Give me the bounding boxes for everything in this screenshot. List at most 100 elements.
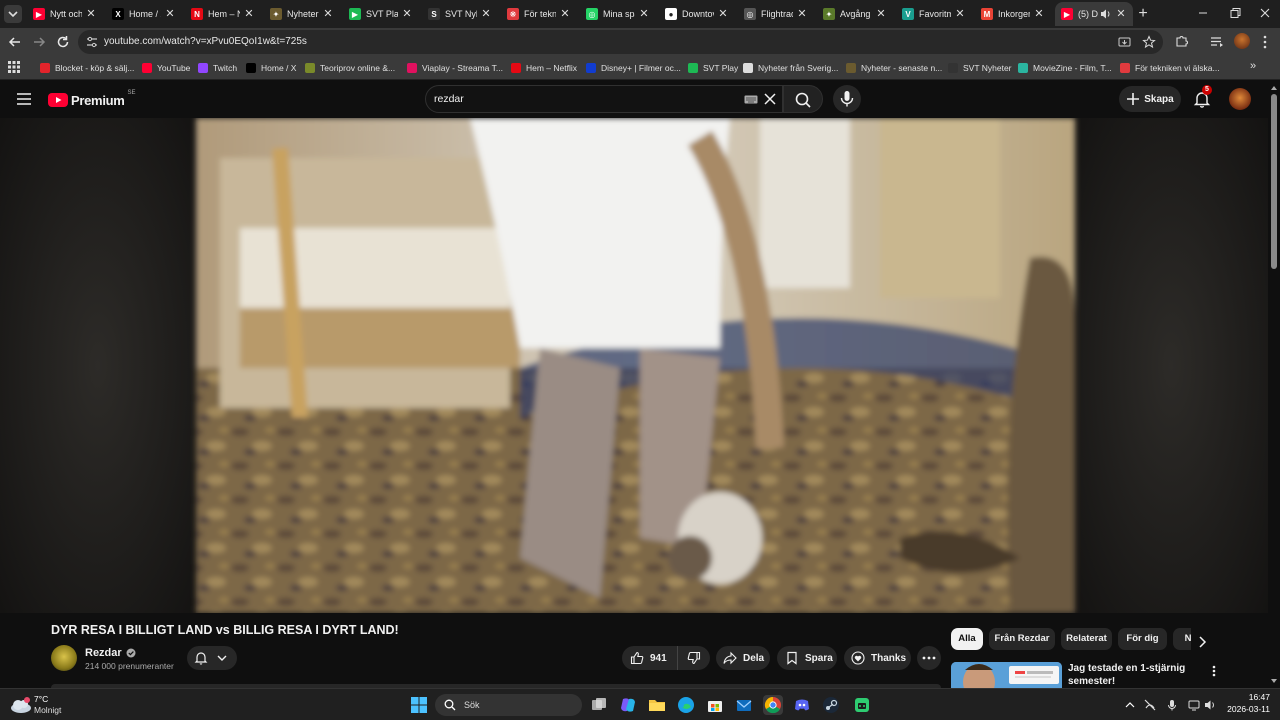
file-explorer-button[interactable]	[647, 695, 667, 715]
tab-close-icon[interactable]: ✕	[480, 8, 492, 20]
extensions-button[interactable]	[1175, 34, 1189, 48]
bookmark-item[interactable]: Nyheter - senaste n...	[846, 60, 942, 76]
task-view-button[interactable]	[589, 695, 609, 715]
microsoft-store-button[interactable]	[705, 695, 725, 715]
bookmark-item[interactable]: Nyheter från Sverig...	[743, 60, 838, 76]
reload-button[interactable]	[55, 34, 71, 50]
discord-button[interactable]	[792, 695, 812, 715]
bookmark-item[interactable]: SVT Play	[688, 60, 738, 76]
display-icon[interactable]	[1188, 699, 1200, 711]
browser-tab[interactable]: ◎ Flightrad ✕	[738, 2, 814, 26]
account-avatar[interactable]	[1229, 88, 1251, 110]
search-button[interactable]	[783, 85, 823, 113]
mail-button[interactable]	[734, 695, 754, 715]
browser-tab[interactable]: ◎ Mina spa✕	[580, 2, 656, 26]
chrome-button[interactable]	[763, 695, 783, 715]
tab-close-icon[interactable]: ✕	[85, 8, 97, 20]
keyboard-button[interactable]	[744, 95, 758, 104]
tab-close-icon[interactable]: ✕	[1115, 8, 1127, 20]
browser-tab[interactable]: ▶ Nytt och ✕	[27, 2, 103, 26]
media-controls-button[interactable]	[1210, 35, 1224, 49]
scroll-down-icon[interactable]	[1268, 676, 1280, 686]
chip-all[interactable]: Alla	[951, 628, 983, 650]
tab-close-icon[interactable]: ✕	[717, 8, 729, 20]
filter-chip[interactable]: N	[1173, 628, 1191, 650]
install-app-button[interactable]	[1118, 36, 1131, 49]
tab-search-button[interactable]	[4, 5, 22, 23]
browser-tab[interactable]: ▶ SVT Play✕	[343, 2, 419, 26]
youtube-premium-logo[interactable]: Premium SE	[48, 90, 136, 109]
minimize-button[interactable]	[1196, 6, 1210, 20]
bookmark-item[interactable]: Teoriprov online &...	[305, 60, 395, 76]
tab-close-icon[interactable]: ✕	[401, 8, 413, 20]
video-player[interactable]	[0, 118, 1268, 613]
more-actions-button[interactable]	[917, 646, 941, 670]
back-button[interactable]	[7, 34, 23, 50]
notifications-button[interactable]: 5	[1193, 85, 1212, 108]
forward-button[interactable]	[31, 34, 47, 50]
browser-tab[interactable]: V Favoritm ✕	[896, 2, 972, 26]
profile-avatar[interactable]	[1234, 33, 1250, 49]
channel-avatar[interactable]	[51, 645, 77, 671]
weather-widget[interactable]: 7°C Molnigt	[10, 692, 80, 718]
browser-tab[interactable]: S SVT Nyh✕	[422, 2, 498, 26]
dislike-button[interactable]	[678, 646, 710, 670]
bookmark-item[interactable]: MovieZine - Film, T...	[1018, 60, 1112, 76]
microphone-icon[interactable]	[1166, 699, 1178, 711]
browser-tab[interactable]: X Home / X✕	[106, 2, 182, 26]
recommended-menu-button[interactable]	[1210, 664, 1218, 678]
edge-button[interactable]	[676, 695, 696, 715]
like-button[interactable]: 941	[622, 646, 678, 670]
bookmark-item[interactable]: SVT Nyheter	[948, 60, 1012, 76]
tab-close-icon[interactable]: ✕	[164, 8, 176, 20]
apps-button[interactable]	[8, 61, 20, 73]
filter-chip[interactable]: Relaterat	[1061, 628, 1112, 650]
share-button[interactable]: Dela	[716, 646, 770, 670]
bookmark-item[interactable]: Hem – Netflix	[511, 60, 577, 76]
start-button[interactable]	[409, 695, 429, 715]
tab-close-icon[interactable]: ✕	[875, 8, 887, 20]
url-text[interactable]: youtube.com/watch?v=xPvu0EQoI1w&t=725s	[104, 36, 307, 47]
browser-tab[interactable]: ❋ För tekni ✕	[501, 2, 577, 26]
network-off-icon[interactable]	[1144, 699, 1156, 711]
tab-close-icon[interactable]: ✕	[1033, 8, 1045, 20]
clock[interactable]: 16:47 2026-03-11	[1224, 692, 1270, 714]
browser-tab[interactable]: ✦ Avgång ✕	[817, 2, 893, 26]
bookmark-item[interactable]: Twitch	[198, 60, 237, 76]
browser-tab[interactable]: M Inkorgen ✕	[975, 2, 1051, 26]
thanks-button[interactable]: Thanks	[844, 646, 911, 670]
steam-button[interactable]	[821, 695, 841, 715]
tab-close-icon[interactable]: ✕	[322, 8, 334, 20]
chevron-up-icon[interactable]	[1125, 700, 1135, 710]
filter-chip[interactable]: Från Rezdar	[989, 628, 1055, 650]
browser-tab[interactable]: ✦ Nyheter ✕	[264, 2, 340, 26]
scroll-up-icon[interactable]	[1268, 83, 1280, 93]
bookmark-item[interactable]: Disney+ | Filmer oc...	[586, 60, 681, 76]
audio-playing-icon[interactable]	[1100, 8, 1112, 20]
search-input[interactable]	[434, 90, 734, 108]
recommended-thumbnail[interactable]	[951, 662, 1062, 688]
tab-close-icon[interactable]: ✕	[954, 8, 966, 20]
filter-chip[interactable]: För dig	[1118, 628, 1167, 650]
tab-close-icon[interactable]: ✕	[638, 8, 650, 20]
address-bar[interactable]: youtube.com/watch?v=xPvu0EQoI1w&t=725s	[78, 30, 1163, 54]
site-info-button[interactable]	[86, 36, 98, 48]
tab-close-icon[interactable]: ✕	[559, 8, 571, 20]
bookmark-star-button[interactable]	[1142, 35, 1156, 49]
speaker-icon[interactable]	[1204, 699, 1216, 711]
clear-search-button[interactable]	[764, 93, 776, 105]
channel-name[interactable]: Rezdar	[85, 647, 136, 659]
tab-close-icon[interactable]: ✕	[243, 8, 255, 20]
create-button[interactable]: Skapa	[1119, 86, 1181, 112]
subscription-notifications-button[interactable]	[187, 646, 237, 670]
browser-tab[interactable]: N Hem – N ✕	[185, 2, 261, 26]
copilot-button[interactable]	[618, 695, 638, 715]
guide-menu-button[interactable]	[17, 93, 31, 105]
bookmark-item[interactable]: YouTube	[142, 60, 190, 76]
browser-tab[interactable]: ● Downtov ✕	[659, 2, 735, 26]
search-box[interactable]	[425, 85, 783, 113]
xbox-app-button[interactable]	[852, 695, 872, 715]
recommended-title[interactable]: Jag testade en 1-stjärnig semester!	[1068, 662, 1203, 688]
browser-menu-button[interactable]	[1259, 34, 1271, 50]
taskbar-search[interactable]: Sök	[435, 694, 582, 716]
